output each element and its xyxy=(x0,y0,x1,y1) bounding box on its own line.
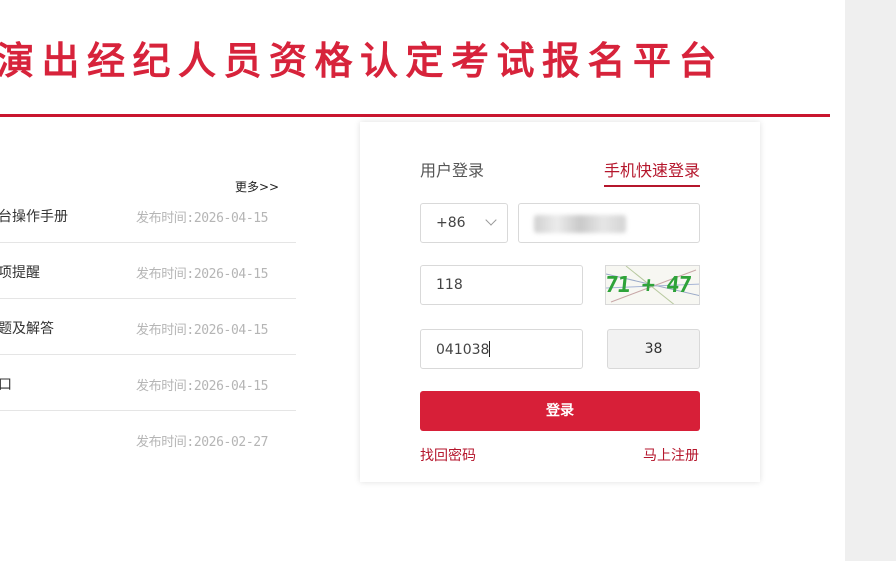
site-title: 演出经纪人员资格认定考试报名平台 xyxy=(0,39,725,83)
country-code-select[interactable]: +86 xyxy=(420,203,508,243)
news-date: 发布时间:2026-04-15 xyxy=(136,211,269,226)
country-code-value: +86 xyxy=(436,215,466,231)
page-scroll-gutter xyxy=(845,0,896,561)
news-list: 台操作手册 发布时间:2026-04-15 项提醒 发布时间:2026-04-1… xyxy=(0,187,296,466)
login-submit-button[interactable]: 登录 xyxy=(420,391,700,431)
login-card: 用户登录 手机快速登录 +86 118 71 + 47 = ? 041038 3… xyxy=(360,122,760,482)
tab-phone-quick-login[interactable]: 手机快速登录 xyxy=(604,157,701,187)
captcha-expression: 71 + 47 = ? xyxy=(605,273,699,298)
sms-countdown-button[interactable]: 38 xyxy=(607,329,700,369)
header-divider xyxy=(0,114,830,117)
tab-user-login[interactable]: 用户登录 xyxy=(420,157,484,181)
register-link[interactable]: 马上注册 xyxy=(643,445,699,465)
news-title[interactable]: 题及解答 xyxy=(0,318,54,338)
news-item[interactable]: 题及解答 发布时间:2026-04-15 xyxy=(0,299,296,355)
news-date: 发布时间:2026-04-15 xyxy=(136,379,269,394)
news-title[interactable]: 台操作手册 xyxy=(0,206,68,226)
news-date: 发布时间:2026-04-15 xyxy=(136,267,269,282)
news-title[interactable]: 项提醒 xyxy=(0,262,40,282)
news-item[interactable]: 发布时间:2026-02-27 xyxy=(0,411,296,466)
news-date: 发布时间:2026-02-27 xyxy=(136,435,269,450)
captcha-input-value: 118 xyxy=(436,277,463,293)
phone-number-input[interactable] xyxy=(518,203,700,243)
news-date: 发布时间:2026-04-15 xyxy=(136,323,269,338)
news-title[interactable]: 口 xyxy=(0,374,12,394)
text-cursor xyxy=(489,341,491,357)
news-item[interactable]: 口 发布时间:2026-04-15 xyxy=(0,355,296,411)
blurred-phone-number xyxy=(534,215,626,233)
chevron-down-icon xyxy=(485,214,497,226)
news-item[interactable]: 台操作手册 发布时间:2026-04-15 xyxy=(0,187,296,243)
sms-code-value: 041038 xyxy=(436,341,491,358)
forgot-password-link[interactable]: 找回密码 xyxy=(420,445,476,465)
news-item[interactable]: 项提醒 发布时间:2026-04-15 xyxy=(0,243,296,299)
captcha-image[interactable]: 71 + 47 = ? xyxy=(605,265,700,305)
sms-code-input[interactable]: 041038 xyxy=(420,329,583,369)
captcha-input[interactable]: 118 xyxy=(420,265,583,305)
sms-code-text: 041038 xyxy=(436,342,490,358)
